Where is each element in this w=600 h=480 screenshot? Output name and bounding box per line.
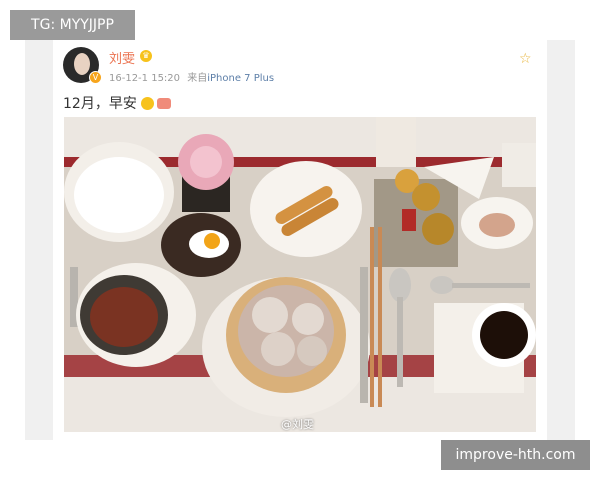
breakfast-photo [64, 117, 536, 432]
avatar-face [74, 53, 90, 75]
post-text: 12月，早安 [63, 93, 171, 113]
smile-emoji-icon [140, 97, 154, 110]
source-device-link[interactable]: iPhone 7 Plus [207, 73, 274, 84]
overlay-tag-top: TG: MYYJJPP [10, 10, 135, 40]
verified-badge-icon: V [89, 71, 102, 84]
post-text-content: 12月，早安 [63, 96, 137, 112]
star-icon[interactable]: ☆ [519, 51, 532, 67]
post-meta: 16-12-1 15:20 来自iPhone 7 Plus [109, 69, 274, 84]
source-prefix: 来自 [187, 73, 208, 84]
post-photo[interactable] [64, 117, 536, 432]
username[interactable]: 刘雯 [109, 48, 135, 67]
post-timestamp[interactable]: 16-12-1 15:20 [109, 73, 180, 84]
cherry-emoji-icon [156, 98, 171, 109]
photo-watermark: @刘雯 [281, 418, 314, 431]
crown-badge-icon: ♛ [140, 50, 152, 62]
overlay-tag-bottom: improve-hth.com [441, 440, 590, 470]
